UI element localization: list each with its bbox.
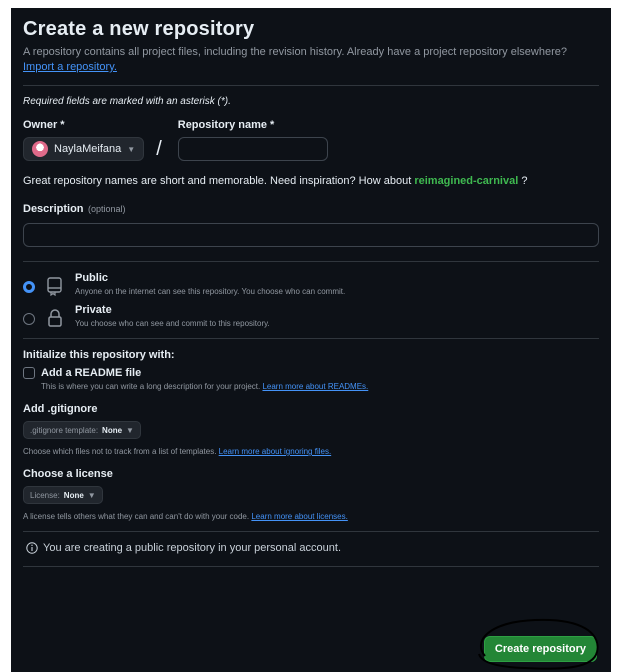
license-learn-link[interactable]: Learn more about licenses.	[251, 512, 348, 521]
visibility-public[interactable]: Public Anyone on the internet can see th…	[23, 272, 599, 296]
gitignore-select-prefix: .gitignore template:	[30, 425, 99, 435]
divider	[23, 566, 599, 567]
repo-name-field: Repository name *	[177, 119, 328, 161]
slash-separator: /	[156, 138, 162, 160]
info-icon	[26, 542, 38, 554]
private-text: Private You choose who can see and commi…	[75, 304, 270, 328]
owner-field: Owner * NaylaMeifana ▼	[23, 119, 145, 161]
name-suggestion-link[interactable]: reimagined-carnival	[414, 175, 518, 187]
divider	[23, 85, 599, 86]
public-radio[interactable]	[23, 281, 35, 293]
create-repository-button[interactable]: Create repository	[483, 636, 597, 662]
inspiration-suffix: ?	[521, 175, 528, 187]
private-radio[interactable]	[23, 313, 35, 325]
license-select-prefix: License:	[30, 490, 60, 500]
gitignore-select[interactable]: .gitignore template: None ▼	[23, 421, 141, 439]
chevron-down-icon: ▼	[127, 144, 136, 154]
chevron-down-icon: ▼	[87, 490, 96, 500]
license-desc: A license tells others what they can and…	[23, 512, 250, 521]
description-label: Description	[23, 203, 84, 215]
inspiration-text: Great repository names are short and mem…	[23, 175, 599, 187]
visibility-private[interactable]: Private You choose who can see and commi…	[23, 304, 599, 328]
gitignore-help: Choose which files not to track from a l…	[23, 447, 599, 456]
avatar	[32, 141, 48, 157]
gitignore-desc: Choose which files not to track from a l…	[23, 447, 217, 456]
readme-learn-link[interactable]: Learn more about READMEs.	[262, 382, 368, 391]
divider	[23, 261, 599, 262]
info-text: You are creating a public repository in …	[43, 542, 341, 554]
import-repo-link[interactable]: Import a repository.	[23, 61, 117, 73]
gitignore-select-value: None	[102, 425, 123, 435]
private-desc: You choose who can see and commit to thi…	[75, 319, 270, 328]
description-input[interactable]	[23, 223, 599, 247]
info-message: You are creating a public repository in …	[26, 542, 599, 554]
readme-option[interactable]: Add a README file	[23, 367, 599, 379]
description-field: Description (optional)	[23, 199, 599, 247]
lock-icon	[48, 309, 62, 327]
gitignore-learn-link[interactable]: Learn more about ignoring files.	[219, 447, 332, 456]
public-title: Public	[75, 272, 109, 284]
readme-help: This is where you can write a long descr…	[41, 382, 599, 391]
owner-value: NaylaMeifana	[54, 143, 122, 155]
readme-desc: This is where you can write a long descr…	[41, 382, 261, 391]
license-select-value: None	[63, 490, 84, 500]
chevron-down-icon: ▼	[126, 425, 134, 435]
page-subtitle: A repository contains all project files,…	[23, 45, 599, 75]
public-text: Public Anyone on the internet can see th…	[75, 272, 345, 296]
subtitle-text: A repository contains all project files,…	[23, 46, 567, 58]
repo-name-input[interactable]	[177, 137, 328, 161]
repo-name-label: Repository name *	[177, 119, 275, 131]
public-desc: Anyone on the internet can see this repo…	[75, 287, 346, 296]
private-title: Private	[75, 304, 112, 316]
owner-repo-row: Owner * NaylaMeifana ▼ / Repository name…	[23, 119, 599, 161]
license-heading: Choose a license	[23, 468, 113, 480]
readme-checkbox[interactable]	[23, 367, 35, 379]
readme-label: Add a README file	[41, 367, 142, 379]
divider	[23, 531, 599, 532]
required-note: Required fields are marked with an aster…	[23, 96, 231, 107]
license-help: A license tells others what they can and…	[23, 512, 599, 521]
gitignore-heading: Add .gitignore	[23, 403, 98, 415]
owner-label: Owner *	[23, 119, 65, 131]
init-heading: Initialize this repository with:	[23, 349, 175, 361]
divider	[23, 338, 599, 339]
create-repo-panel: Create a new repository A repository con…	[11, 8, 611, 672]
page-title: Create a new repository	[23, 18, 255, 40]
inspiration-prefix: Great repository names are short and mem…	[23, 175, 412, 187]
create-button-wrap: Create repository	[478, 618, 599, 670]
owner-dropdown[interactable]: NaylaMeifana ▼	[23, 137, 145, 161]
description-optional: (optional)	[87, 204, 126, 214]
license-select[interactable]: License: None ▼	[23, 486, 103, 504]
repo-icon	[47, 277, 62, 296]
